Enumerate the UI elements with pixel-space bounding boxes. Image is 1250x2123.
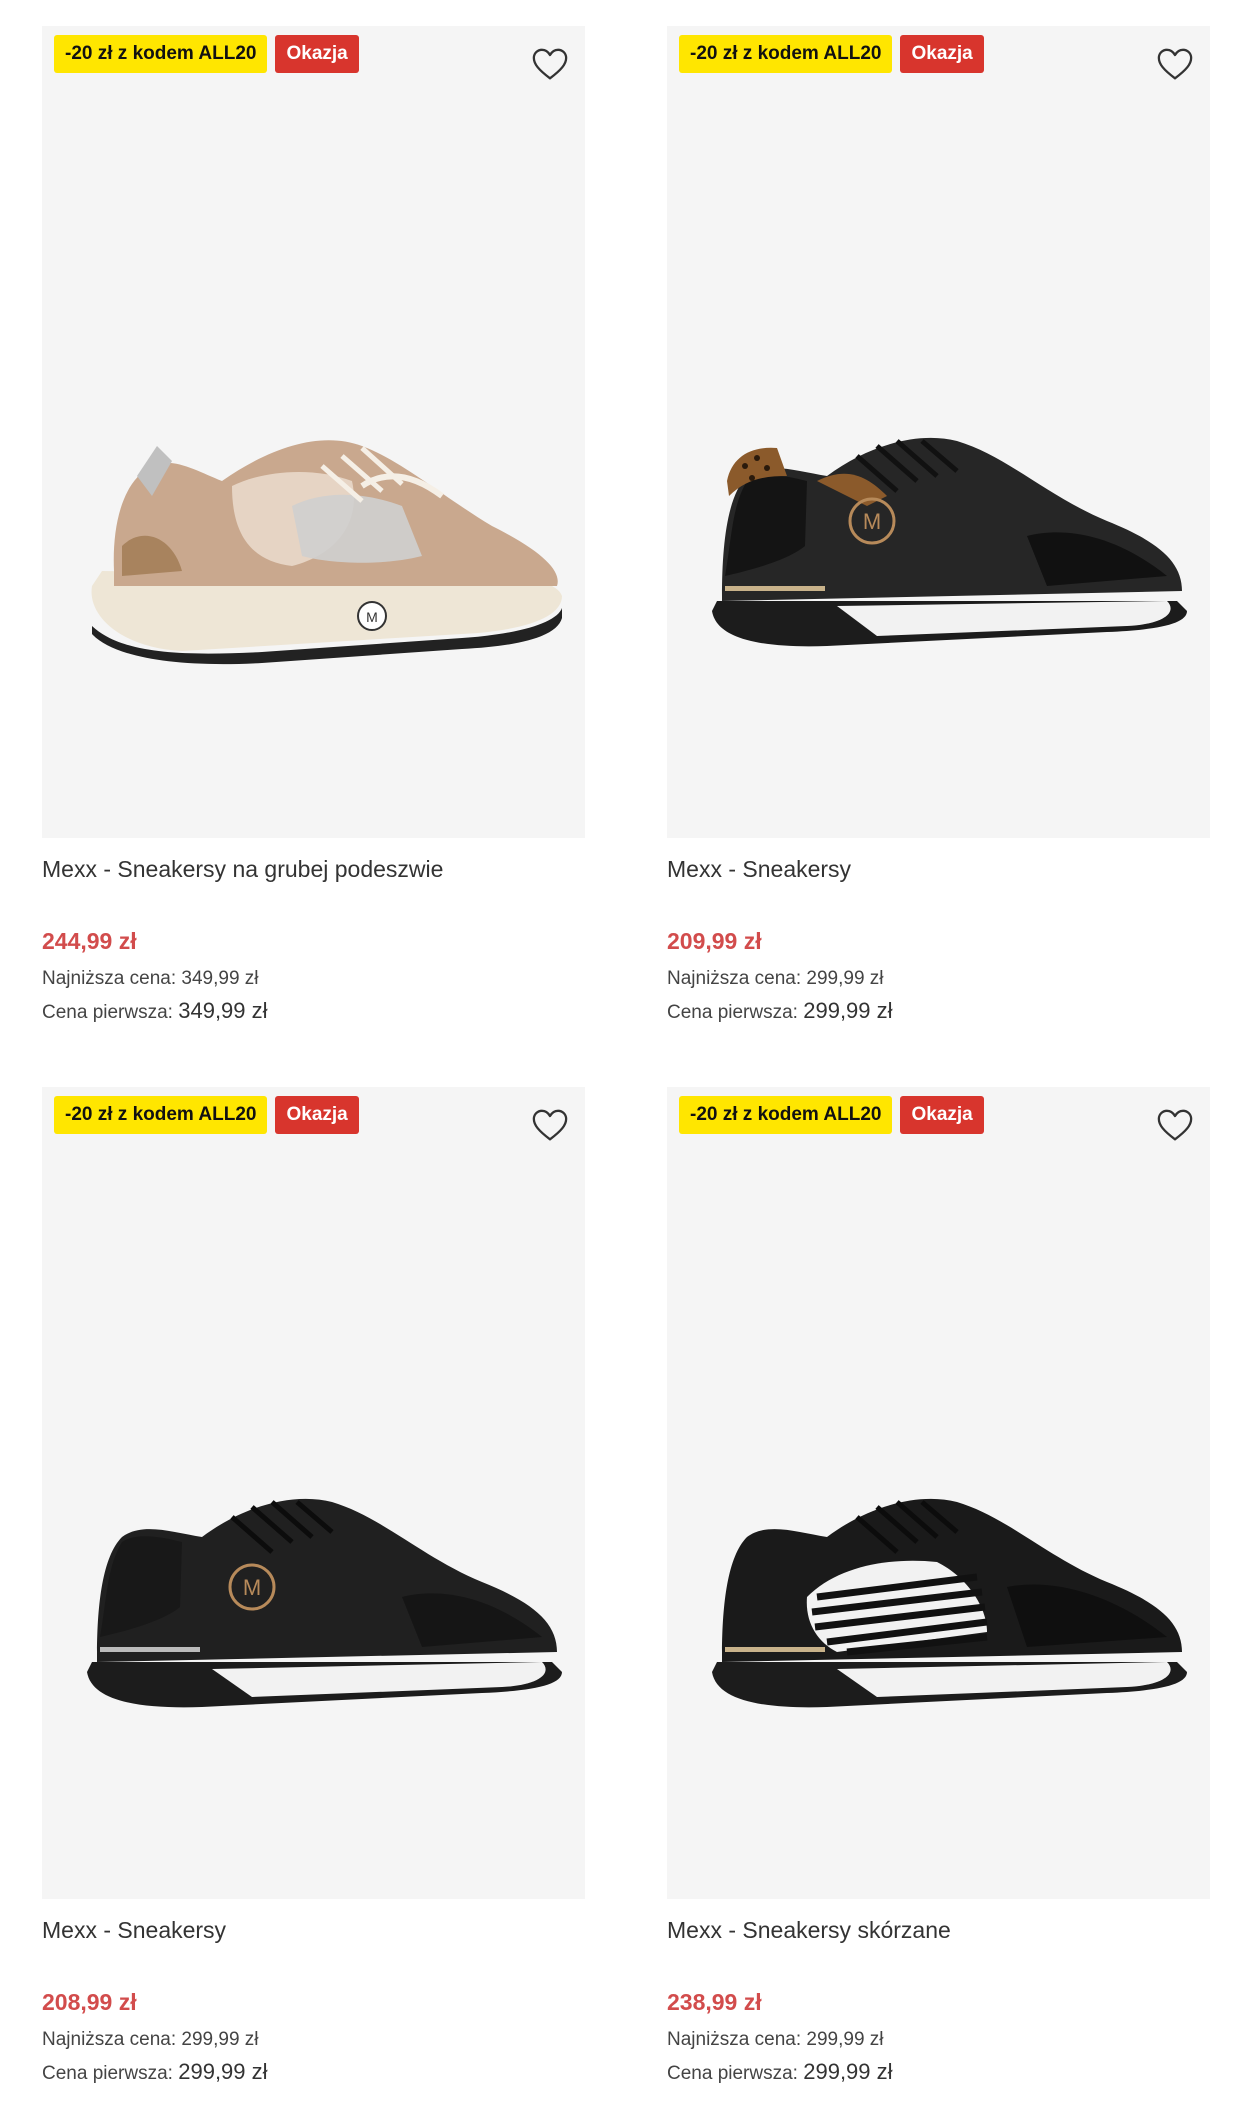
sneaker-image-black: M <box>87 1498 562 1708</box>
product-image[interactable]: -20 zł z kodem ALL20 Okazja M <box>42 1087 585 1899</box>
sneaker-image-black-zebra <box>712 1498 1187 1708</box>
product-title[interactable]: Mexx - Sneakersy skórzane <box>667 1917 951 1944</box>
product-price: 238,99 zł <box>667 1989 762 2015</box>
first-price: Cena pierwsza: 349,99 zł <box>42 998 268 1024</box>
product-price: 208,99 zł <box>42 1989 137 2015</box>
product-image[interactable]: -20 zł z kodem ALL20 Okazja <box>667 1087 1210 1899</box>
lowest-price: Najniższa cena: 299,99 zł <box>667 968 884 990</box>
lowest-price-label: Najniższa cena: <box>667 968 802 989</box>
svg-text:M: M <box>863 509 881 534</box>
first-price-value: 299,99 zł <box>178 2059 268 2084</box>
first-price: Cena pierwsza: 299,99 zł <box>42 2059 268 2085</box>
lowest-price-value: 349,99 zł <box>181 968 259 989</box>
product-card[interactable]: -20 zł z kodem ALL20 Okazja M Mexx - Sne… <box>42 1087 585 2117</box>
lowest-price: Najniższa cena: 299,99 zł <box>667 2029 884 2051</box>
sale-badge: Okazja <box>275 1096 359 1134</box>
first-price-label: Cena pierwsza: <box>667 1002 798 1023</box>
lowest-price: Najniższa cena: 299,99 zł <box>42 2029 259 2051</box>
product-title[interactable]: Mexx - Sneakersy <box>667 856 851 883</box>
svg-text:M: M <box>366 609 378 625</box>
heart-outline-icon[interactable] <box>1154 1105 1196 1147</box>
promo-code-badge: -20 zł z kodem ALL20 <box>679 1096 893 1134</box>
heart-outline-icon[interactable] <box>529 1105 571 1147</box>
product-grid: -20 zł z kodem ALL20 Okazja M Mexx - Sne… <box>0 0 1250 2123</box>
product-image[interactable]: -20 zł z kodem ALL20 Okazja M <box>667 26 1210 838</box>
heart-outline-icon[interactable] <box>1154 44 1196 86</box>
product-title[interactable]: Mexx - Sneakersy na grubej podeszwie <box>42 856 443 883</box>
first-price: Cena pierwsza: 299,99 zł <box>667 998 893 1024</box>
product-badges: -20 zł z kodem ALL20 Okazja <box>679 1096 984 1134</box>
product-title[interactable]: Mexx - Sneakersy <box>42 1917 226 1944</box>
promo-code-badge: -20 zł z kodem ALL20 <box>679 35 893 73</box>
first-price-label: Cena pierwsza: <box>667 2063 798 2084</box>
first-price-label: Cena pierwsza: <box>42 2063 173 2084</box>
promo-code-badge: -20 zł z kodem ALL20 <box>54 1096 268 1134</box>
product-card[interactable]: -20 zł z kodem ALL20 Okazja Mexx - Sneak… <box>667 1087 1210 2117</box>
product-card[interactable]: -20 zł z kodem ALL20 Okazja M Mexx - Sne… <box>42 26 585 1056</box>
heart-outline-icon[interactable] <box>529 44 571 86</box>
product-badges: -20 zł z kodem ALL20 Okazja <box>54 1096 359 1134</box>
lowest-price-value: 299,99 zł <box>806 2029 884 2050</box>
first-price-value: 299,99 zł <box>803 2059 893 2084</box>
first-price-label: Cena pierwsza: <box>42 1002 173 1023</box>
sale-badge: Okazja <box>900 1096 984 1134</box>
product-image[interactable]: -20 zł z kodem ALL20 Okazja M <box>42 26 585 838</box>
product-badges: -20 zł z kodem ALL20 Okazja <box>679 35 984 73</box>
first-price-value: 299,99 zł <box>803 998 893 1023</box>
lowest-price-label: Najniższa cena: <box>42 968 177 989</box>
product-price: 244,99 zł <box>42 928 137 954</box>
first-price: Cena pierwsza: 299,99 zł <box>667 2059 893 2085</box>
lowest-price-value: 299,99 zł <box>181 2029 259 2050</box>
sale-badge: Okazja <box>275 35 359 73</box>
lowest-price-value: 299,99 zł <box>806 968 884 989</box>
lowest-price: Najniższa cena: 349,99 zł <box>42 968 259 990</box>
svg-text:M: M <box>243 1575 261 1600</box>
product-card[interactable]: -20 zł z kodem ALL20 Okazja M Mexx - Sne… <box>667 26 1210 1056</box>
product-badges: -20 zł z kodem ALL20 Okazja <box>54 35 359 73</box>
first-price-value: 349,99 zł <box>178 998 268 1023</box>
promo-code-badge: -20 zł z kodem ALL20 <box>54 35 268 73</box>
sale-badge: Okazja <box>900 35 984 73</box>
product-price: 209,99 zł <box>667 928 762 954</box>
lowest-price-label: Najniższa cena: <box>42 2029 177 2050</box>
sneaker-image-black-leopard: M <box>712 437 1187 647</box>
sneaker-image-beige: M <box>91 440 562 665</box>
lowest-price-label: Najniższa cena: <box>667 2029 802 2050</box>
